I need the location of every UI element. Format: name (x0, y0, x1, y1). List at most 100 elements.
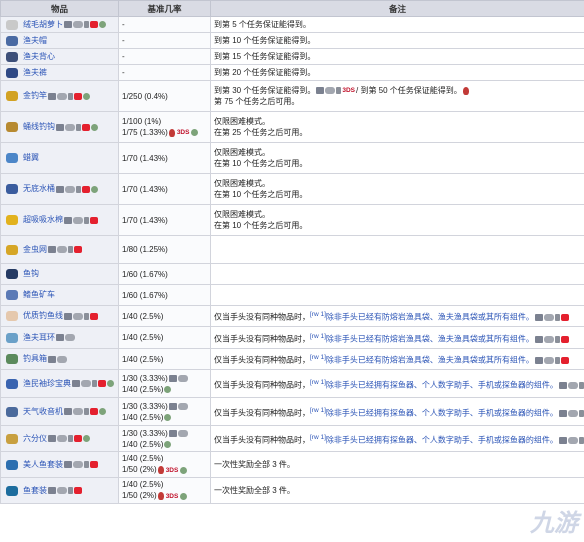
item-link[interactable]: 蛹线钓钩 (23, 122, 55, 131)
item-link[interactable]: 无底水桶 (23, 184, 55, 193)
3ds-badge: 3DS (165, 466, 179, 474)
rate-value: 1/40 (2.5%) (122, 454, 164, 464)
platform-cir-icon (83, 92, 90, 100)
item-link[interactable]: 渔夫帽 (23, 36, 47, 45)
platform-cir-icon (180, 492, 188, 500)
reference-link[interactable]: [rw 1] (310, 379, 326, 386)
platform-pc-icon (64, 312, 72, 320)
rate-cell: - (118, 32, 211, 49)
note-link[interactable]: 除非手头已经拥有探鱼器、个人数字助手、手机或探鱼器的组件。 (326, 408, 558, 417)
carrot-icon (4, 18, 20, 32)
platform-cir-icon (164, 385, 172, 393)
platform-mob-icon (84, 408, 89, 415)
radio-icon (4, 405, 20, 419)
note-link[interactable]: 除非手头已经拥有探鱼器、个人数字助手、手机或探鱼器的组件。 (326, 435, 558, 444)
reference-link[interactable]: [rw 1] (310, 311, 326, 318)
platform-ns-icon (90, 461, 98, 468)
item-link[interactable]: 超吸吸水棉 (23, 215, 63, 224)
platform-mob-icon (84, 312, 89, 320)
platform-ns-icon (560, 314, 569, 322)
table-row: 天气收音机 1/30 (3.33%) 1/40 (2.5%) 仅当手头没有同种物品时，… (0, 397, 584, 426)
note-text: 仅当手头没有同种物品时， (214, 312, 310, 322)
vest-icon (4, 50, 20, 64)
minecart-icon (4, 288, 20, 302)
note-link[interactable]: 除非手头已经有防熔岩渔具袋、渔夫渔具袋或其所有组件。 (326, 313, 534, 322)
item-cell: 美人鱼套装 (0, 451, 119, 478)
rate-value: 1/70 (1.43%) (122, 153, 168, 163)
rate-cell: 1/250 (0.4%) (118, 80, 211, 112)
platform-ns-icon (74, 92, 82, 100)
platform-pc-icon (56, 123, 64, 131)
rate-value-alt: 1/50 (2%) (122, 491, 157, 501)
note-link[interactable]: 除非手头已经有防熔岩渔具袋、渔夫渔具袋或其所有组件。 (326, 356, 534, 365)
platform-pc-icon (48, 246, 56, 253)
3ds-badge: 3DS (176, 129, 190, 137)
item-link[interactable]: 渔民袖珍宝典 (23, 379, 71, 388)
note-link[interactable]: 除非手头已经有防熔岩渔具袋、渔夫渔具袋或其所有组件。 (326, 334, 534, 343)
platform-con-icon (543, 335, 554, 343)
rate-cell: 1/80 (1.25%) (118, 235, 211, 264)
platform-pc-icon (316, 87, 325, 95)
reference-link[interactable]: [rw 1] (310, 407, 326, 414)
item-link[interactable]: 美人鱼套装 (23, 460, 63, 469)
platform-mob-icon (68, 246, 73, 253)
item-link[interactable]: 渔夫耳环 (23, 333, 55, 342)
table-row: 金虫网 1/80 (1.25%) (0, 235, 584, 264)
platform-mob-icon (578, 436, 584, 444)
3ds-badge: 3DS (342, 87, 355, 95)
table-row: 绒毛胡萝卜 - 到第 5 个任务保证能得到。 (0, 16, 584, 33)
rate-value: 1/30 (3.33%) (122, 401, 168, 411)
item-link[interactable]: 钓具箱 (23, 354, 47, 363)
item-link[interactable]: 绒毛胡萝卜 (23, 20, 63, 29)
reference-link[interactable]: [rw 1] (310, 354, 326, 361)
item-link[interactable]: 蜡翼 (23, 153, 39, 162)
item-link[interactable]: 优质钓鱼线 (23, 311, 63, 320)
rate-value: - (122, 52, 125, 61)
table-row: 钓具箱 1/40 (2.5%) 仅当手头没有同种物品时，[rw 1]除非手头已经有防… (0, 348, 584, 370)
platform-pc-icon (48, 487, 56, 494)
item-link[interactable]: 渔夫背心 (23, 52, 55, 61)
item-link[interactable]: 金虫网 (23, 245, 47, 254)
item-link[interactable]: 鱼套装 (23, 486, 47, 495)
rate-cell: 1/70 (1.43%) (118, 204, 211, 236)
note-text: 仅限困难模式。 (214, 179, 270, 188)
platform-mob-icon (84, 21, 89, 28)
platform-con-icon (543, 314, 554, 322)
platform-mob-icon (92, 380, 97, 387)
note-text-secondary: 在第 10 个任务之后可用。 (214, 190, 308, 199)
item-link[interactable]: 渔夫裤 (23, 68, 47, 77)
platform-con-icon (65, 123, 75, 131)
item-link[interactable]: 金钓竿 (23, 91, 47, 100)
item-cell: 天气收音机 (0, 397, 119, 426)
rate-value: 1/30 (3.33%) (122, 428, 168, 438)
note-cell: 到第 10 个任务保证能得到。 (210, 32, 584, 49)
item-cell: 金钓竿 (0, 80, 119, 112)
reference-link[interactable]: [rw 1] (310, 434, 326, 441)
platform-mob-icon (554, 335, 560, 343)
table-row: 鳍鱼矿车 1/60 (1.67%) (0, 284, 584, 306)
wings-icon (4, 151, 20, 165)
fish-costume-icon (4, 484, 20, 498)
item-link[interactable]: 天气收音机 (23, 407, 63, 416)
note-text: 仅限困难模式。 (214, 148, 270, 157)
item-link[interactable]: 鳍鱼矿车 (23, 290, 55, 299)
note-text-secondary: 在第 10 个任务之后可用。 (214, 221, 308, 230)
platform-mob-icon (84, 216, 89, 224)
item-cell: 蛹线钓钩 (0, 111, 119, 143)
item-link[interactable]: 六分仪 (23, 434, 47, 443)
item-link[interactable]: 鱼钩 (23, 269, 39, 278)
platform-pc-icon (64, 461, 72, 468)
note-link[interactable]: 除非手头已经拥有探鱼器、个人数字助手、手机或探鱼器的组件。 (326, 380, 558, 389)
platform-con-icon (567, 436, 578, 444)
rate-value-alt: 1/40 (2.5%) (122, 384, 164, 394)
reference-link[interactable]: [rw 1] (310, 333, 326, 340)
platform-mob-icon (554, 357, 560, 365)
note-text-secondary: 在第 10 个任务之后可用。 (214, 159, 308, 168)
header-item: 物品 (0, 0, 119, 17)
platform-mob-icon (84, 461, 89, 468)
platform-con-icon (325, 87, 336, 95)
platform-pc-icon (48, 92, 56, 100)
platform-con-icon (57, 92, 67, 100)
drop-table: 物品 基准几率 备注 绒毛胡萝卜 - 到第 5 个任务保证能得到。 渔夫帽 - 到第 10… (0, 0, 584, 504)
item-cell: 蜡翼 (0, 142, 119, 174)
